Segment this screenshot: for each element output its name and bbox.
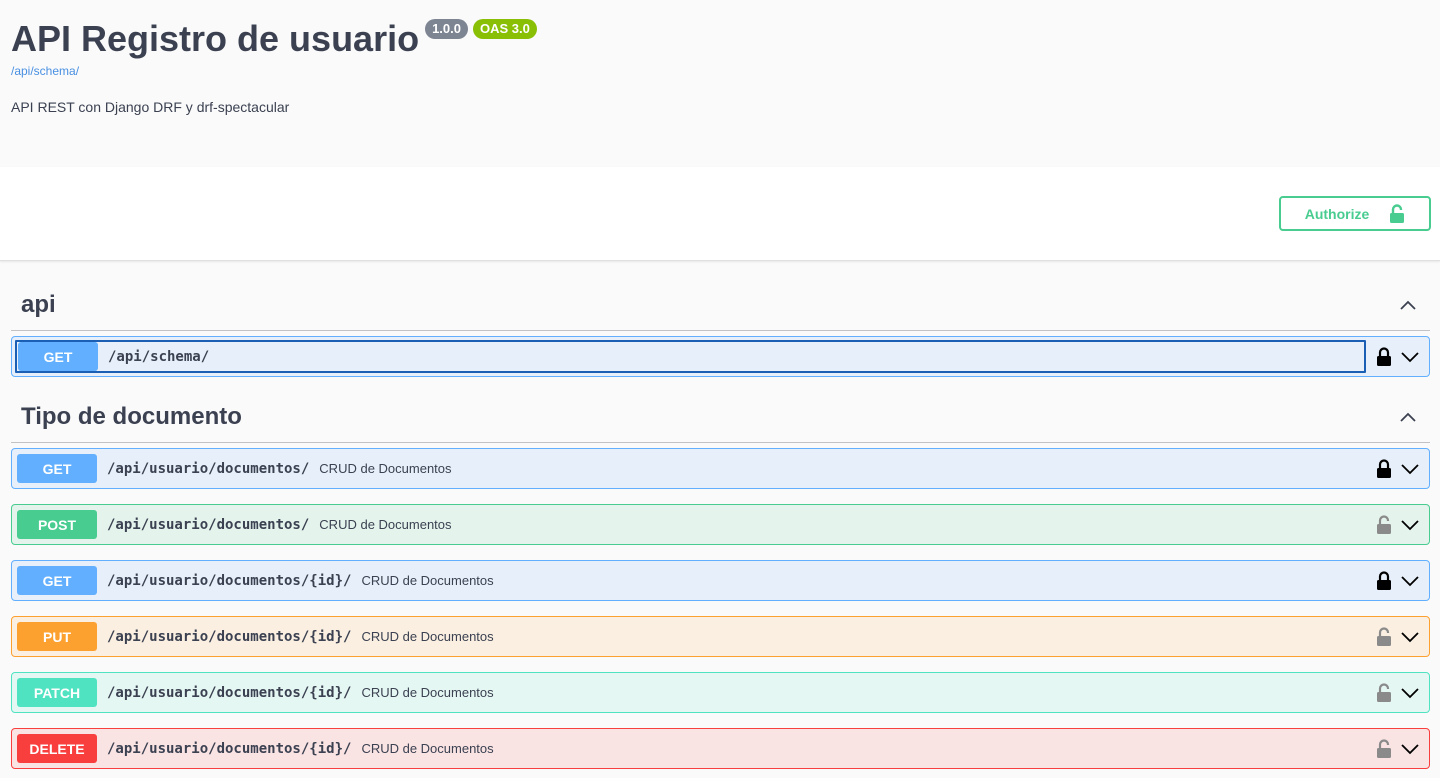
tag-section-tipo-de-documento: Tipo de documento GET /api/usuario/docum… (11, 391, 1430, 769)
title-row: API Registro de usuario 1.0.0 OAS 3.0 (11, 18, 1429, 60)
chevron-down-icon[interactable] (1399, 570, 1421, 592)
operation-path: /api/usuario/documentos/{id}/ (107, 572, 352, 589)
operation-summary: CRUD de Documentos (361, 685, 494, 700)
authorize-button[interactable]: Authorize (1279, 196, 1431, 231)
unlocked-icon[interactable] (1375, 626, 1393, 647)
method-badge: PATCH (17, 678, 97, 707)
page-title: API Registro de usuario (11, 18, 420, 59)
lock-icon[interactable] (1375, 346, 1393, 367)
operation-path: /api/schema/ (108, 348, 210, 365)
operation-summary: CRUD de Documentos (361, 741, 494, 756)
operation-summary: CRUD de Documentos (361, 629, 494, 644)
chevron-down-icon[interactable] (1399, 346, 1421, 368)
lock-icon[interactable] (1375, 458, 1393, 479)
operation-path: /api/usuario/documentos/{id}/ (107, 628, 352, 645)
opblock-get-documentos-id[interactable]: GET /api/usuario/documentos/{id}/ CRUD d… (11, 560, 1430, 601)
lock-icon[interactable] (1375, 570, 1393, 591)
opblock-put-documentos-id[interactable]: PUT /api/usuario/documentos/{id}/ CRUD d… (11, 616, 1430, 657)
chevron-up-icon[interactable] (1398, 295, 1418, 315)
tag-header-api[interactable]: api (11, 279, 1430, 331)
opblock-get-api-schema[interactable]: GET /api/schema/ (11, 336, 1430, 377)
unlocked-icon[interactable] (1375, 514, 1393, 535)
chevron-down-icon[interactable] (1399, 458, 1421, 480)
opblock-get-documentos[interactable]: GET /api/usuario/documentos/ CRUD de Doc… (11, 448, 1430, 489)
tag-section-api: api GET /api/schema/ (11, 279, 1430, 377)
method-badge: PUT (17, 622, 97, 651)
api-description: API REST con Django DRF y drf-spectacula… (11, 99, 290, 115)
opblock-delete-documentos-id[interactable]: DELETE /api/usuario/documentos/{id}/ CRU… (11, 728, 1430, 769)
operation-summary: CRUD de Documentos (319, 517, 452, 532)
oas-badge: OAS 3.0 (473, 19, 537, 39)
method-badge: GET (18, 342, 98, 371)
chevron-up-icon[interactable] (1398, 407, 1418, 427)
opblock-patch-documentos-id[interactable]: PATCH /api/usuario/documentos/{id}/ CRUD… (11, 672, 1430, 713)
operation-path: /api/usuario/documentos/{id}/ (107, 684, 352, 701)
chevron-down-icon[interactable] (1399, 738, 1421, 760)
version-badge: 1.0.0 (425, 19, 468, 39)
operation-summary: CRUD de Documentos (361, 573, 494, 588)
unlocked-icon[interactable] (1375, 682, 1393, 703)
schema-link[interactable]: /api/schema/ (11, 64, 1429, 78)
operation-path: /api/usuario/documentos/ (107, 516, 310, 533)
method-badge: GET (17, 566, 97, 595)
operation-path: /api/usuario/documentos/{id}/ (107, 740, 352, 757)
scheme-container: Authorize (0, 167, 1440, 261)
method-badge: DELETE (17, 734, 97, 763)
focus-outline: GET /api/schema/ (15, 340, 1366, 373)
method-badge: POST (17, 510, 97, 539)
info-section: API Registro de usuario 1.0.0 OAS 3.0 /a… (0, 0, 1440, 167)
unlocked-icon[interactable] (1375, 738, 1393, 759)
operation-path: /api/usuario/documentos/ (107, 460, 310, 477)
tag-header-tipo-de-documento[interactable]: Tipo de documento (11, 391, 1430, 443)
chevron-down-icon[interactable] (1399, 626, 1421, 648)
chevron-down-icon[interactable] (1399, 514, 1421, 536)
operation-summary: CRUD de Documentos (319, 461, 452, 476)
chevron-down-icon[interactable] (1399, 682, 1421, 704)
method-badge: GET (17, 454, 97, 483)
tag-name: api (21, 290, 56, 318)
opblock-post-documentos[interactable]: POST /api/usuario/documentos/ CRUD de Do… (11, 504, 1430, 545)
authorize-label: Authorize (1304, 205, 1370, 222)
operations-section: api GET /api/schema/ Tipo de documento G… (0, 261, 1440, 778)
unlocked-icon (1390, 203, 1405, 223)
tag-name: Tipo de documento (21, 402, 242, 430)
